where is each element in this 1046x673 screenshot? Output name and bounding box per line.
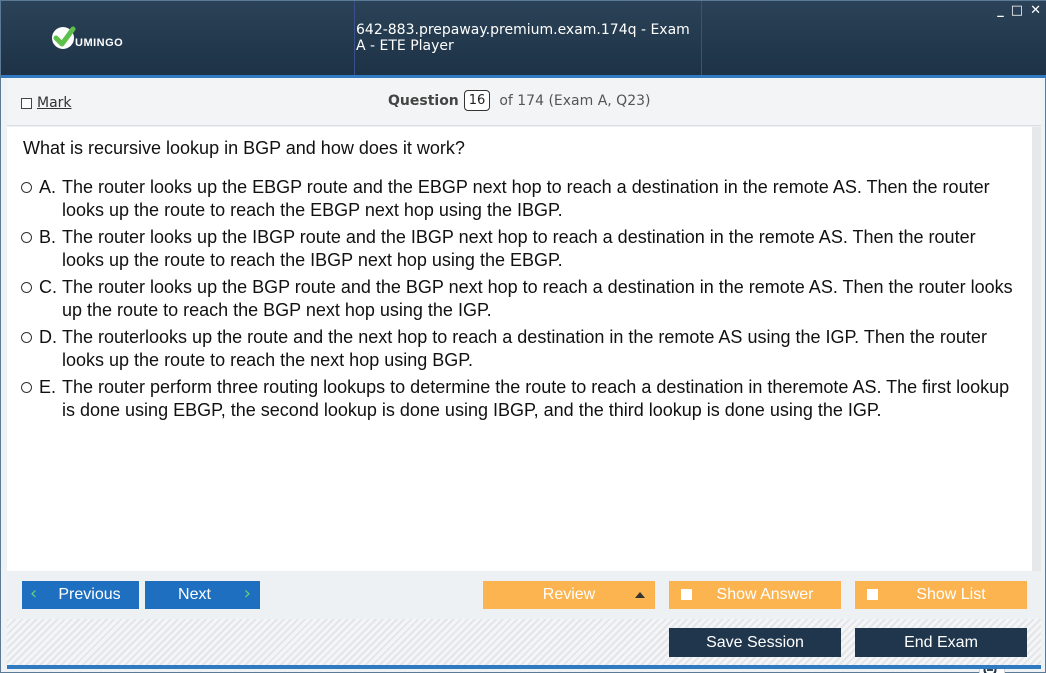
question-total: of 174 (Exam A, Q23) [499, 92, 651, 109]
question-text: What is recursive lookup in BGP and how … [23, 138, 465, 158]
navigation-bar: ‹ Previous Next › Review Show Answer Sho… [7, 571, 1041, 619]
end-exam-label: End Exam [904, 633, 978, 651]
answer-option-e[interactable]: E. The router perform three routing look… [21, 376, 1021, 422]
option-letter: B. [39, 227, 57, 247]
option-text[interactable]: The router looks up the BGP route and th… [62, 276, 1021, 322]
save-session-label: Save Session [706, 633, 804, 651]
next-label: Next [178, 586, 211, 603]
option-text[interactable]: The router perform three routing lookups… [62, 376, 1021, 422]
radio-button[interactable] [21, 382, 32, 393]
checkbox-icon[interactable] [867, 589, 878, 600]
show-list-button[interactable]: Show List [855, 581, 1027, 609]
title-divider [354, 1, 355, 75]
question-header: Mark Question 16 of 174 (Exam A, Q23) [7, 78, 1041, 126]
end-exam-button[interactable]: End Exam [855, 628, 1027, 657]
caret-up-icon [635, 592, 645, 598]
show-answer-button[interactable]: Show Answer [669, 581, 841, 609]
title-divider [701, 1, 702, 75]
window-controls: _ □ ✕ [997, 4, 1041, 18]
checkmark-logo-icon [52, 26, 76, 49]
app-logo: UMINGO [51, 25, 123, 51]
option-text[interactable]: The routerlooks up the route and the nex… [62, 326, 1021, 372]
answer-options: A. The router looks up the EBGP route an… [21, 176, 1021, 426]
bottom-accent-bar [7, 665, 1041, 669]
radio-button[interactable] [21, 182, 32, 193]
review-label: Review [542, 586, 596, 603]
title-bar: UMINGO 642-883.prepaway.premium.exam.174… [1, 1, 1046, 78]
question-label: Question [388, 92, 459, 109]
answer-option-c[interactable]: C. The router looks up the BGP route and… [21, 276, 1021, 322]
show-list-label: Show List [916, 586, 986, 603]
review-button[interactable]: Review [483, 581, 655, 609]
vertical-scrollbar[interactable] [1032, 127, 1041, 571]
option-letter: A. [39, 177, 57, 197]
answer-option-a[interactable]: A. The router looks up the EBGP route an… [21, 176, 1021, 222]
answer-option-d[interactable]: D. The routerlooks up the route and the … [21, 326, 1021, 372]
question-number-input[interactable]: 16 [463, 90, 491, 111]
option-letter: D. [39, 327, 57, 347]
chevron-right-icon: › [243, 583, 251, 604]
checkbox-icon[interactable] [681, 589, 692, 600]
chevron-left-icon: ‹ [30, 583, 38, 604]
save-session-button[interactable]: Save Session [669, 628, 841, 657]
maximize-button[interactable]: □ [1011, 4, 1023, 18]
option-text[interactable]: The router looks up the EBGP route and t… [62, 176, 1021, 222]
previous-label: Previous [58, 586, 121, 603]
question-counter: Question 16 of 174 (Exam A, Q23) [388, 90, 650, 111]
mark-label[interactable]: Mark [37, 95, 72, 111]
next-button[interactable]: Next › [145, 581, 260, 609]
close-button[interactable]: ✕ [1030, 4, 1041, 18]
answer-option-b[interactable]: B. The router looks up the IBGP route an… [21, 226, 1021, 272]
question-content: What is recursive lookup in BGP and how … [7, 127, 1032, 673]
logo-text: UMINGO [75, 37, 124, 49]
option-letter: E. [39, 377, 57, 397]
previous-button[interactable]: ‹ Previous [22, 581, 139, 609]
radio-button[interactable] [21, 282, 32, 293]
radio-button[interactable] [21, 232, 32, 243]
show-answer-label: Show Answer [716, 586, 814, 603]
checkbox-icon[interactable] [21, 97, 32, 109]
minimize-button[interactable]: _ [997, 4, 1004, 18]
window-title: 642-883.prepaway.premium.exam.174q - Exa… [356, 22, 690, 54]
footer-bar: Save Session End Exam [7, 619, 1041, 665]
mark-checkbox[interactable]: Mark [21, 95, 72, 111]
option-text[interactable]: The router looks up the IBGP route and t… [62, 226, 1021, 272]
option-letter: C. [39, 277, 57, 297]
radio-button[interactable] [21, 332, 32, 343]
app-window: UMINGO 642-883.prepaway.premium.exam.174… [0, 0, 1046, 673]
